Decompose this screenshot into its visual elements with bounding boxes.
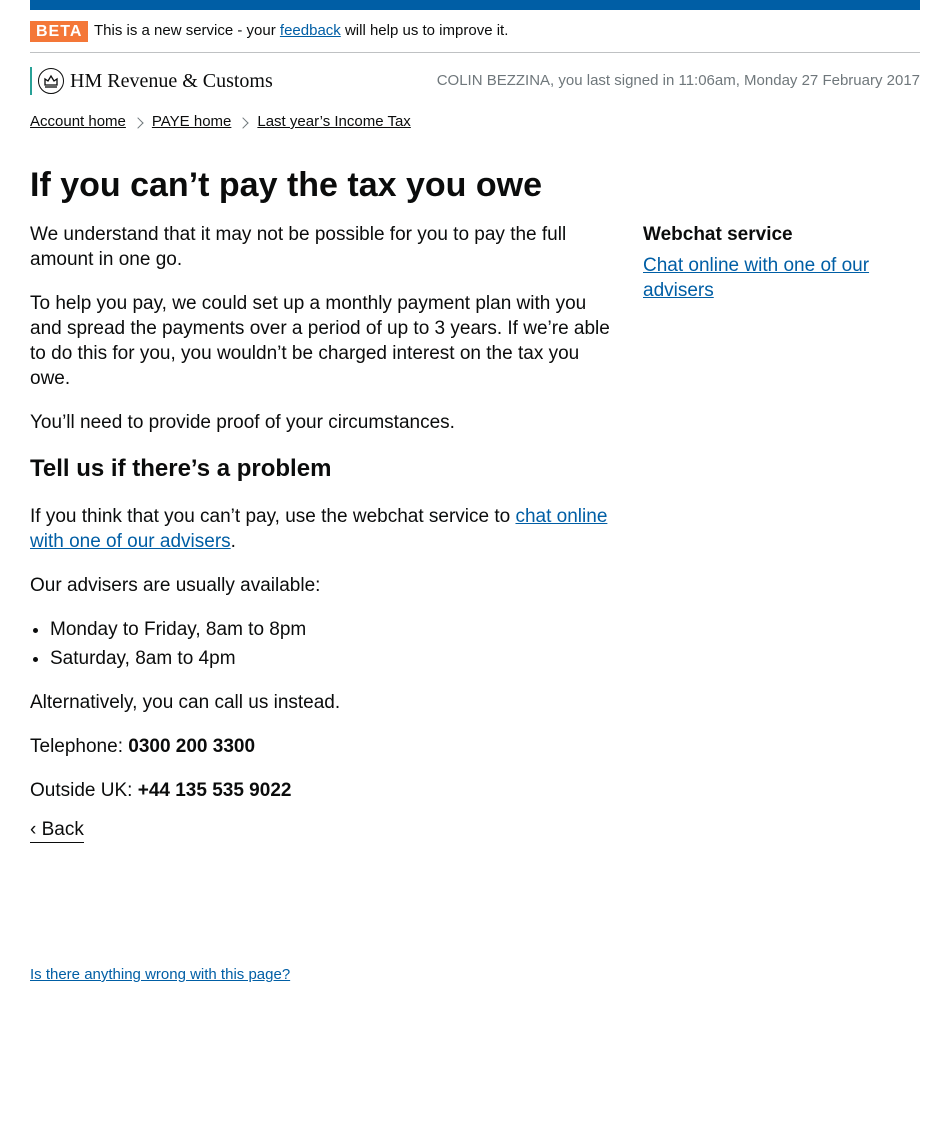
breadcrumb: Account home PAYE home Last year’s Incom… <box>30 113 411 130</box>
hours-list: Monday to Friday, 8am to 8pm Saturday, 8… <box>30 617 610 671</box>
outside-uk-line: Outside UK: +44 135 535 9022 <box>30 778 610 803</box>
telephone-line: Telephone: 0300 200 3300 <box>30 734 610 759</box>
page-title: If you can’t pay the tax you owe <box>30 166 542 204</box>
beta-text-after: will help us to improve it. <box>344 22 509 39</box>
telephone-label: Telephone: <box>30 736 123 757</box>
payment-plan-paragraph: To help you pay, we could set up a month… <box>30 293 610 389</box>
report-problem-link[interactable]: Is there anything wrong with this page? <box>30 966 290 983</box>
beta-tag: BETA <box>30 21 89 42</box>
availability-paragraph: Our advisers are usually available: <box>30 575 321 596</box>
signed-in-status: COLIN BEZZINA, you last signed in 11:06a… <box>436 72 920 89</box>
intro-paragraph: We understand that it may not be possibl… <box>30 224 567 270</box>
breadcrumb-paye-home[interactable]: PAYE home <box>152 113 231 130</box>
beta-text: This is a new service - your feedback wi… <box>94 22 508 40</box>
feedback-link[interactable]: feedback <box>280 22 341 39</box>
call-paragraph: Alternatively, you can call us instead. <box>30 692 341 713</box>
outside-uk-label: Outside UK: <box>30 780 133 801</box>
webchat-paragraph: If you think that you can’t pay, use the… <box>30 504 610 554</box>
chevron-right-icon <box>132 116 144 129</box>
back-link[interactable]: ‹ Back <box>30 817 84 843</box>
main-content: We understand that it may not be possibl… <box>30 222 610 822</box>
webchat-sidebar: Webchat service Chat online with one of … <box>643 222 883 303</box>
list-item: Saturday, 8am to 4pm <box>50 646 610 671</box>
webchat-heading: Webchat service <box>643 224 793 245</box>
top-bar <box>30 0 920 10</box>
breadcrumb-last-years-income-tax[interactable]: Last year’s Income Tax <box>257 113 410 130</box>
problem-heading: Tell us if there’s a problem <box>30 455 332 482</box>
outside-uk-number: +44 135 535 9022 <box>137 780 292 801</box>
beta-text-before: This is a new service - your <box>94 22 276 39</box>
logo-text: HM Revenue & Customs <box>70 69 273 92</box>
chevron-right-icon <box>237 116 250 129</box>
proof-paragraph: You’ll need to provide proof of your cir… <box>30 412 455 433</box>
webchat-text-end: . <box>230 531 236 552</box>
hmrc-logo[interactable]: HM Revenue & Customs <box>30 67 273 95</box>
webchat-text: If you think that you can’t pay, use the… <box>30 506 511 527</box>
breadcrumb-account-home[interactable]: Account home <box>30 113 126 130</box>
crown-icon <box>38 68 64 94</box>
sidebar-chat-link[interactable]: Chat online with one of our advisers <box>643 255 869 301</box>
list-item: Monday to Friday, 8am to 8pm <box>50 617 610 642</box>
beta-banner: BETA This is a new service - your feedba… <box>30 19 920 53</box>
telephone-number: 0300 200 3300 <box>128 736 256 757</box>
